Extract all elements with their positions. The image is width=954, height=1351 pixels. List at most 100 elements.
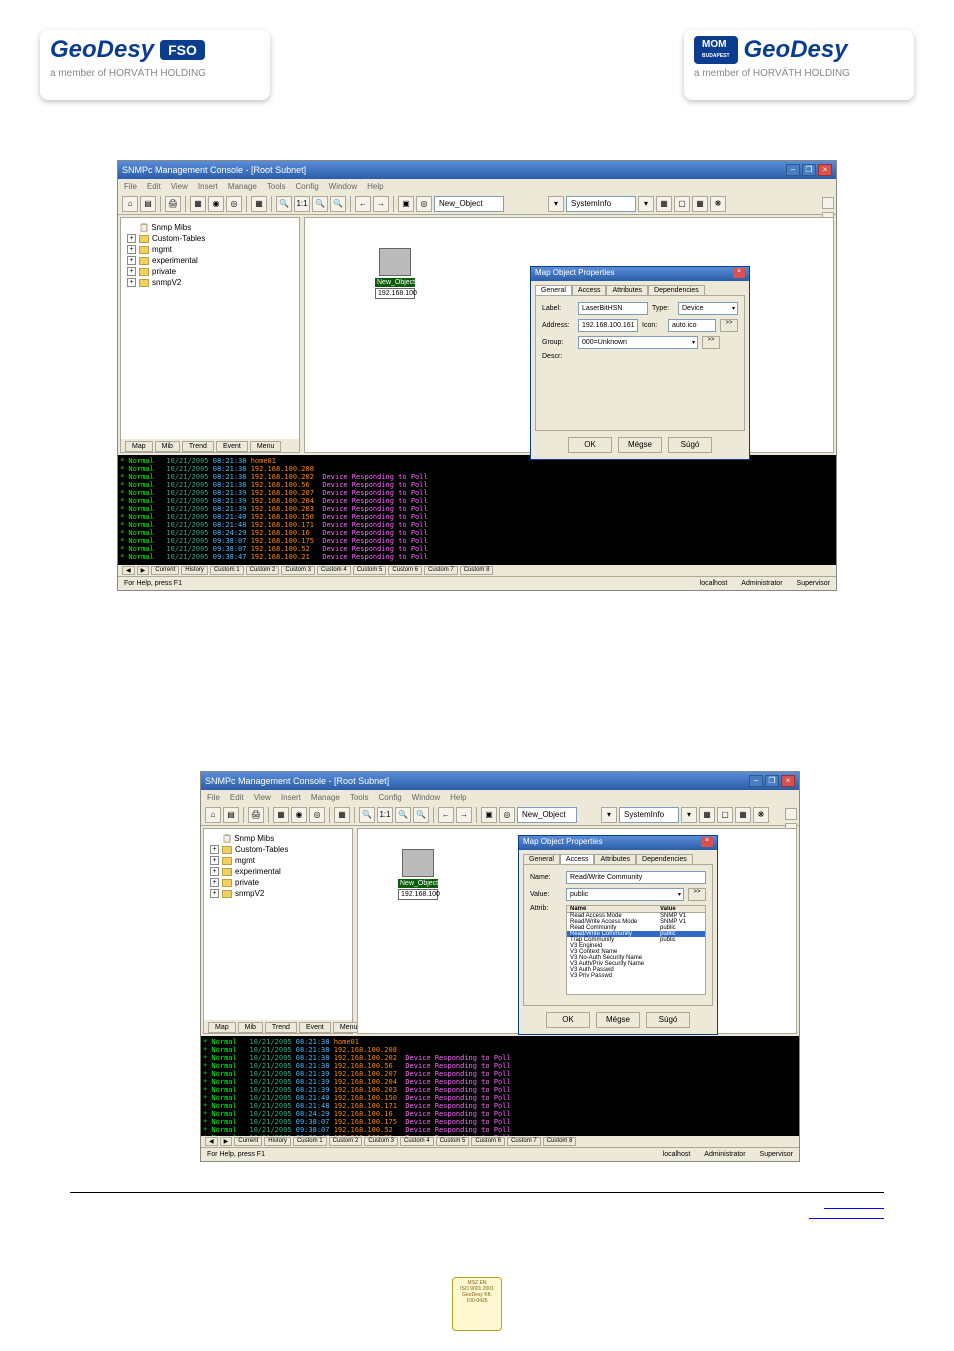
log-row[interactable]: * Normal 10/21/2005 08:21:39 192.168.100… (120, 489, 834, 497)
log-row[interactable]: * Normal 10/21/2005 08:21:38 192.168.100… (120, 465, 834, 473)
menu-item[interactable]: Window (412, 793, 440, 802)
dialog-tab-access[interactable]: Access (560, 854, 595, 864)
toolbar-button[interactable]: ▦ (656, 196, 672, 212)
log-row[interactable]: * Normal 10/21/2005 09:38:47 192.168.100… (120, 553, 834, 561)
log-tab[interactable]: Custom 4 (317, 566, 351, 575)
log-row[interactable]: * Normal 10/21/2005 08:21:38 192.168.100… (120, 481, 834, 489)
cancel-button[interactable]: Mégse (618, 437, 662, 453)
log-row[interactable]: * Normal 10/21/2005 08:21:38 192.168.100… (203, 1062, 797, 1070)
toolbar-button[interactable]: ▢ (674, 196, 690, 212)
menu-item[interactable]: Insert (281, 793, 301, 802)
tree-item[interactable]: snmpV2 (208, 888, 348, 899)
menu-item[interactable]: Edit (147, 182, 161, 191)
menu-item[interactable]: Manage (228, 182, 257, 191)
log-panel[interactable]: * Normal 10/21/2005 08:21:38 home01 * No… (118, 455, 836, 565)
help-button[interactable]: Súgó (646, 1012, 690, 1028)
log-row[interactable]: * Normal 10/21/2005 08:21:38 192.168.100… (203, 1054, 797, 1062)
toolbar-button[interactable]: ❋ (753, 807, 769, 823)
log-row[interactable]: * Normal 10/21/2005 08:24:29 192.168.100… (120, 529, 834, 537)
map-device[interactable]: New_Object 192.168.100 (375, 248, 415, 299)
log-tab[interactable]: Current (234, 1137, 262, 1146)
zoom-in-icon[interactable]: 🔍 (359, 807, 375, 823)
log-row[interactable]: * Normal 10/21/2005 08:21:40 192.168.100… (120, 513, 834, 521)
log-tab[interactable]: Custom 1 (293, 1137, 327, 1146)
tree-item[interactable]: mgmt (208, 855, 348, 866)
nav-back-icon[interactable]: ← (438, 807, 454, 823)
type-select[interactable]: Device (678, 302, 738, 315)
log-row[interactable]: * Normal 10/21/2005 08:21:39 192.168.100… (203, 1086, 797, 1094)
browse-button[interactable]: >> (720, 319, 738, 332)
menu-item[interactable]: Tools (350, 793, 369, 802)
toolbar-button[interactable]: ▾ (638, 196, 654, 212)
nav-back-icon[interactable]: ← (355, 196, 371, 212)
dialog-tab-dependencies[interactable]: Dependencies (648, 285, 705, 295)
panel-tab[interactable]: Mib (238, 1022, 263, 1033)
dialog-tab-dependencies[interactable]: Dependencies (636, 854, 693, 864)
panel-tab[interactable]: Trend (182, 441, 214, 452)
close-button[interactable]: × (781, 775, 795, 787)
tree-item[interactable]: Custom-Tables (208, 844, 348, 855)
log-tab[interactable]: Custom 1 (210, 566, 244, 575)
tree-panel[interactable]: 📋 Snmp Mibs Custom-Tables mgmt experimen… (203, 828, 353, 1034)
footer-link[interactable] (809, 1199, 884, 1209)
log-row[interactable]: * Normal 10/21/2005 08:21:48 192.168.100… (203, 1102, 797, 1110)
nav-fwd-icon[interactable]: → (456, 807, 472, 823)
menu-item[interactable]: Help (367, 182, 383, 191)
log-row[interactable]: * Normal 10/21/2005 09:38:07 192.168.100… (120, 545, 834, 553)
toolbar-button[interactable]: ◎ (226, 196, 242, 212)
toolbar-button[interactable]: ▾ (601, 807, 617, 823)
toolbar-button[interactable]: ▾ (548, 196, 564, 212)
map-area[interactable]: New_Object 192.168.100 Map Object Proper… (304, 217, 834, 453)
menu-item[interactable]: Tools (267, 182, 286, 191)
toolbar-button[interactable]: ▣ (481, 807, 497, 823)
menu-item[interactable]: View (171, 182, 188, 191)
toolbar-button[interactable]: ▦ (699, 807, 715, 823)
menu-item[interactable]: Insert (198, 182, 218, 191)
menu-item[interactable]: Config (296, 182, 319, 191)
toolbar-button[interactable]: ▦ (190, 196, 206, 212)
toolbar-button[interactable]: ◎ (499, 807, 515, 823)
tree-item[interactable]: mgmt (125, 244, 295, 255)
label-input[interactable]: LaserBitHSN (578, 302, 648, 315)
log-row[interactable]: * Normal 10/21/2005 08:21:39 192.168.100… (120, 505, 834, 513)
maximize-button[interactable]: ❐ (765, 775, 779, 787)
toolbar-button[interactable]: ▦ (273, 807, 289, 823)
panel-tab[interactable]: Event (299, 1022, 331, 1033)
toolbar-button[interactable]: ❋ (710, 196, 726, 212)
browse-button[interactable]: >> (702, 336, 720, 349)
toolbar-object-field[interactable]: New_Object (517, 807, 577, 823)
log-tab[interactable]: Custom 2 (329, 1137, 363, 1146)
zoom-out-icon[interactable]: 🔍 (395, 807, 411, 823)
panel-tab[interactable]: Event (216, 441, 248, 452)
group-select[interactable]: 000=Unknown (578, 336, 698, 349)
panel-tab[interactable]: Mib (155, 441, 180, 452)
help-button[interactable]: Súgó (668, 437, 712, 453)
tree-item[interactable]: Custom-Tables (125, 233, 295, 244)
dialog-tab-attributes[interactable]: Attributes (606, 285, 648, 295)
log-row[interactable]: * Normal 10/21/2005 09:38:07 192.168.100… (120, 537, 834, 545)
panel-tab[interactable]: Menu (250, 441, 282, 452)
attribute-row[interactable]: V3 Priv Passwd (567, 973, 705, 979)
log-tab[interactable]: Custom 3 (281, 566, 315, 575)
tree-root[interactable]: 📋 Snmp Mibs (208, 833, 348, 844)
tree-item[interactable]: snmpV2 (125, 277, 295, 288)
log-row[interactable]: * Normal 10/21/2005 08:21:48 192.168.100… (120, 521, 834, 529)
toolbar-combo[interactable]: SystemInfo (566, 196, 636, 212)
log-tab[interactable]: Custom 6 (471, 1137, 505, 1146)
ok-button[interactable]: OK (568, 437, 612, 453)
log-tab[interactable]: Custom 7 (424, 566, 458, 575)
log-tab[interactable]: History (264, 1137, 291, 1146)
log-tab[interactable]: Current (151, 566, 179, 575)
tree-root[interactable]: 📋 Snmp Mibs (125, 222, 295, 233)
toolbar-button[interactable]: ▾ (681, 807, 697, 823)
tree-item[interactable]: experimental (208, 866, 348, 877)
log-tab[interactable]: Custom 8 (460, 566, 494, 575)
toolbar-object-field[interactable]: New_Object (434, 196, 504, 212)
address-input[interactable]: 192.168.100.161 (578, 319, 638, 332)
log-tab[interactable]: Custom 3 (364, 1137, 398, 1146)
log-tab[interactable]: History (181, 566, 208, 575)
menu-item[interactable]: Window (329, 182, 357, 191)
toolbar-button[interactable]: ⌂ (205, 807, 221, 823)
zoom-in-icon[interactable]: 🔍 (276, 196, 292, 212)
log-row[interactable]: * Normal 10/21/2005 09:38:07 192.168.100… (203, 1118, 797, 1126)
